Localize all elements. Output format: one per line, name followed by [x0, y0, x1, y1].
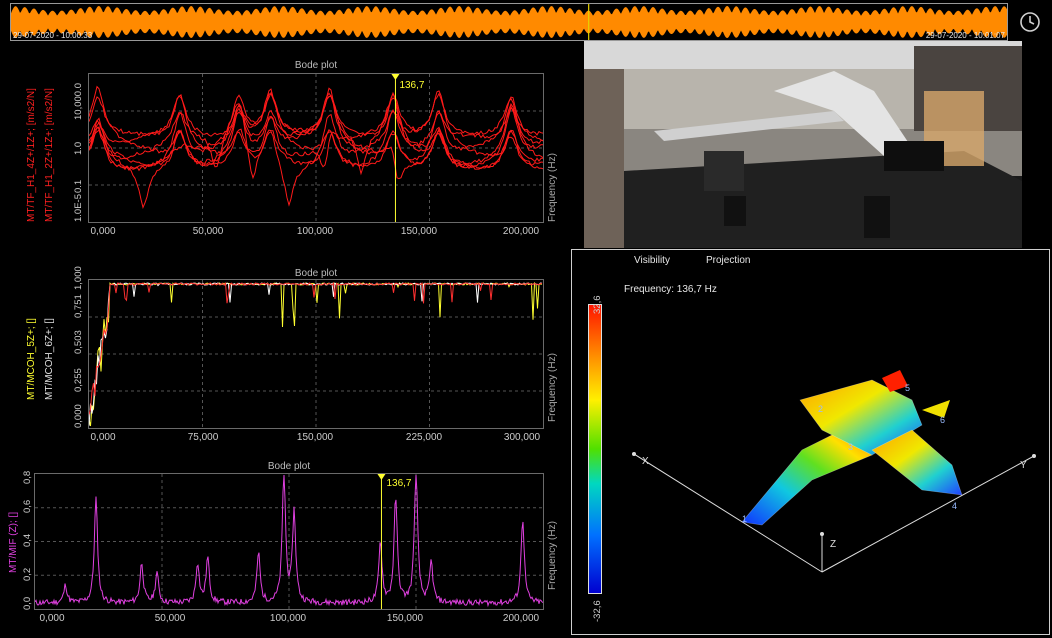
bode3-plot-area[interactable]: 136,7: [34, 473, 544, 610]
mode-shape-3d[interactable]: X Y Z 1 2 3 4 5 6: [572, 250, 1049, 634]
bode2-xtick: 300,000: [503, 432, 541, 443]
node-label-4: 4: [952, 501, 957, 511]
bode1-xtick: 200,000: [502, 226, 540, 237]
bode3-ytick: 0,0: [22, 596, 33, 610]
axis-label-x: X: [642, 456, 649, 467]
bode2-xtick: 75,000: [187, 432, 219, 443]
bode2-ytick: 0,255: [73, 368, 84, 392]
node-label-5: 5: [905, 383, 910, 393]
bode3-ytick: 0,6: [22, 499, 33, 513]
bode2-ytick: 0,751: [73, 294, 84, 318]
timeline-waveform: [11, 4, 1007, 40]
bode2-ylabel-2: MT/MCOH_6Z+; []: [44, 318, 55, 400]
mode-shape-viewer[interactable]: Visibility Projection Frequency: 136,7 H…: [571, 249, 1050, 635]
bode1-ytick: 0.1: [73, 179, 84, 193]
bode3-title: Bode plot: [267, 461, 311, 472]
bode3-xtick: 50,000: [154, 613, 186, 624]
bode3-xtick: 0,000: [39, 613, 65, 624]
node-label-3: 3: [848, 442, 853, 452]
bode2-xtick: 0,000: [90, 432, 116, 443]
node-label-2: 2: [818, 404, 823, 414]
timeline-wave-fill: [11, 6, 1007, 38]
camera-view: [584, 41, 1022, 248]
bode3-cursor-handle[interactable]: [377, 474, 386, 480]
bode3-xtick: 150,000: [386, 613, 424, 624]
bode2-xtick: 150,000: [296, 432, 334, 443]
bode1-ytick: 1.0: [73, 141, 84, 155]
bode1-plot-area[interactable]: 136,7: [88, 73, 544, 223]
bode1-cursor-handle[interactable]: [391, 74, 400, 80]
bode2-title: Bode plot: [294, 268, 338, 279]
axis-label-z: Z: [830, 539, 836, 550]
bode1-xtick: 0,000: [90, 226, 116, 237]
bode3-ytick: 0,8: [22, 470, 33, 484]
bode2-xtick: 225,000: [405, 432, 443, 443]
bode1-ytick: 10,000.0: [73, 83, 84, 120]
bode3-cursor-label: 136,7: [386, 478, 411, 489]
axis-label-y: Y: [1020, 460, 1027, 471]
bode1-ylabel-2: MT/TF_H1_2Z+/1Z+; [m/s2/N]: [44, 88, 55, 222]
bode3-right-label: Frequency (Hz): [547, 521, 558, 590]
bode1-xtick: 100,000: [296, 226, 334, 237]
timeline-start-label: 29-07-2020 - 10:00:33: [13, 31, 93, 40]
bode1-right-label: Frequency (Hz): [547, 153, 558, 222]
node-label-6: 6: [940, 415, 945, 425]
bode2-ytick: 1,000: [73, 266, 84, 290]
bode2-ytick: 0,503: [73, 330, 84, 354]
timeline-end-label: 29-07-2020 - 10:01:07: [925, 31, 1005, 40]
bode3-ylabel: MT/MIF (Z); []: [8, 511, 19, 573]
bode3-ytick: 0,2: [22, 567, 33, 581]
bode3-xtick: 100,000: [269, 613, 307, 624]
clock-icon[interactable]: [1015, 7, 1045, 37]
bode2-plot-area[interactable]: [88, 279, 544, 429]
bode2-ytick: 0,000: [73, 404, 84, 428]
bode2-right-label: Frequency (Hz): [547, 353, 558, 422]
bode3-xtick: 200,000: [502, 613, 540, 624]
bode2-ylabel-1: MT/MCOH_5Z+; []: [26, 318, 37, 400]
node-label-1: 1: [742, 514, 747, 524]
bode1-xtick: 50,000: [192, 226, 224, 237]
bode1-title: Bode plot: [294, 60, 338, 71]
bode1-xtick: 150,000: [400, 226, 438, 237]
timeline-overview[interactable]: 29-07-2020 - 10:00:33 29-07-2020 - 10:01…: [10, 3, 1008, 41]
bode1-ylabel-1: MT/TF_H1_4Z+/1Z+; [m/s2/N]: [26, 88, 37, 222]
bode1-ytick: 1.0E-5: [73, 194, 84, 222]
bode1-cursor-label: 136,7: [399, 80, 424, 91]
bode3-ytick: 0,4: [22, 533, 33, 547]
